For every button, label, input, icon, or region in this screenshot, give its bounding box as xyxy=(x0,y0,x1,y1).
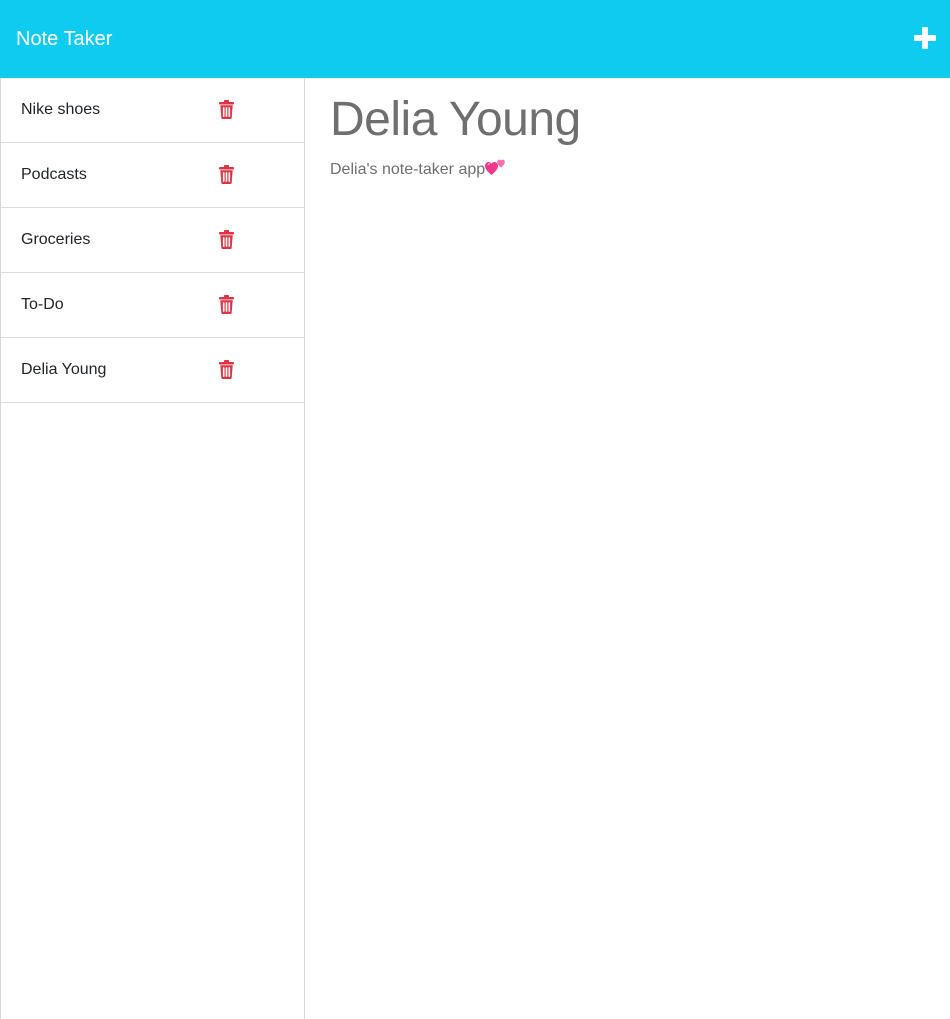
trash-icon[interactable] xyxy=(219,230,234,249)
list-item[interactable]: To-Do xyxy=(1,273,304,338)
new-note-button[interactable] xyxy=(912,25,938,51)
note-list: Nike shoes Podcasts Groceries To-Do Deli… xyxy=(1,78,304,403)
note-text-area[interactable]: Delia's note-taker app xyxy=(330,158,507,180)
trash-icon[interactable] xyxy=(219,360,234,379)
note-title[interactable]: To-Do xyxy=(21,296,64,314)
app-title[interactable]: Note Taker xyxy=(16,27,112,51)
note-title[interactable]: Delia Young xyxy=(21,361,106,379)
note-title[interactable]: Nike shoes xyxy=(21,101,100,119)
trash-icon[interactable] xyxy=(219,100,234,119)
notes-sidebar: Nike shoes Podcasts Groceries To-Do Deli… xyxy=(0,78,305,1019)
list-item[interactable]: Nike shoes xyxy=(1,78,304,143)
list-item[interactable]: Groceries xyxy=(1,208,304,273)
trash-icon[interactable] xyxy=(219,295,234,314)
note-text: Delia's note-taker app xyxy=(330,161,486,178)
trash-icon[interactable] xyxy=(219,165,234,184)
plus-icon xyxy=(914,27,936,49)
note-title[interactable]: Podcasts xyxy=(21,166,87,184)
list-item[interactable]: Podcasts xyxy=(1,143,304,208)
note-title-input[interactable]: Delia Young xyxy=(330,92,581,148)
two-hearts-icon xyxy=(485,158,507,176)
note-title[interactable]: Groceries xyxy=(21,231,90,249)
navbar: Note Taker xyxy=(0,0,950,78)
note-editor: Delia Young Delia's note-taker app xyxy=(305,78,950,1019)
list-item[interactable]: Delia Young xyxy=(1,338,304,403)
